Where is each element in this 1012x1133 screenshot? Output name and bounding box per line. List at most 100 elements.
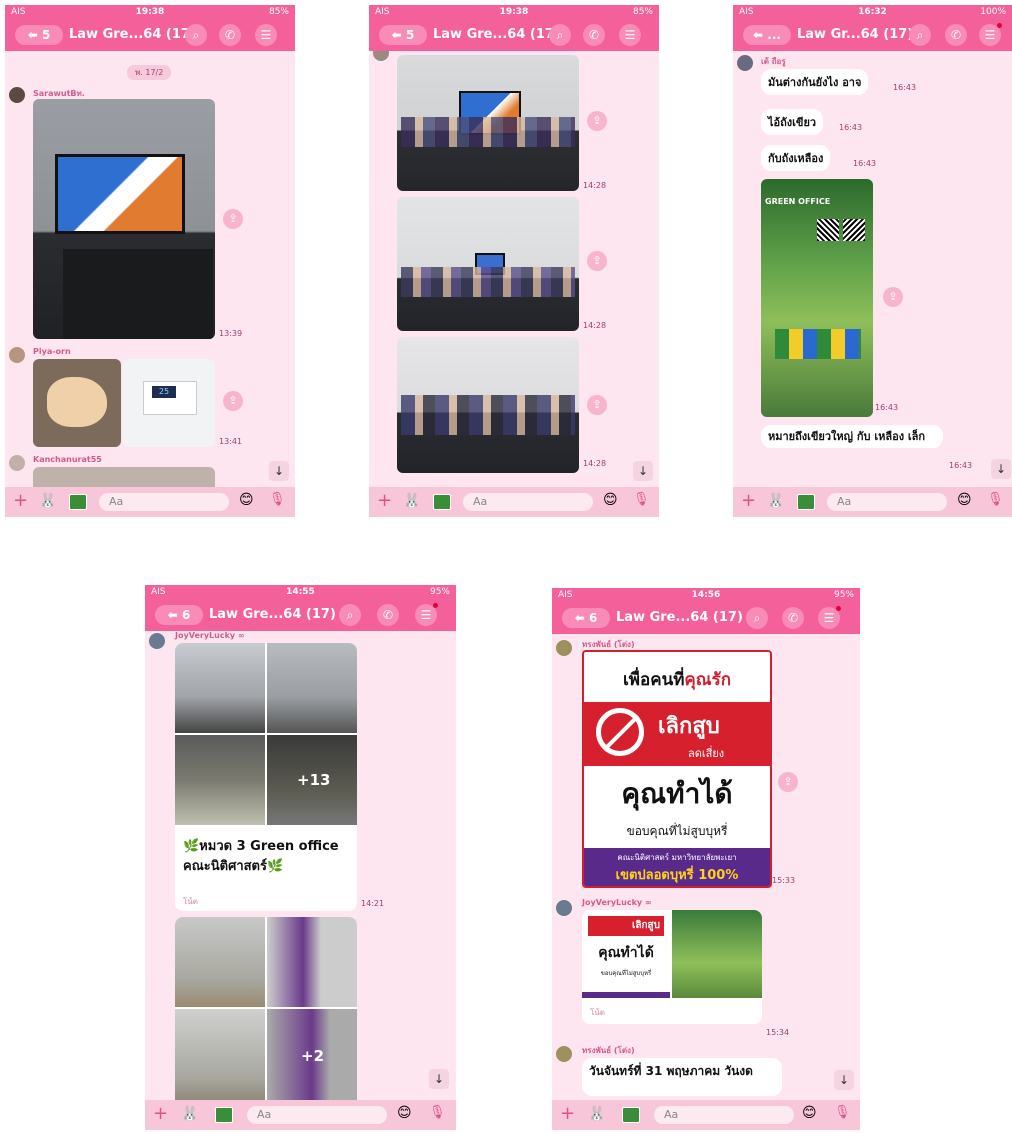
text-message[interactable]: กับถังเหลือง <box>761 145 831 171</box>
photo-message[interactable] <box>33 359 121 447</box>
avatar[interactable] <box>556 1046 572 1062</box>
sticker-icon[interactable]: 🐰 <box>39 493 56 509</box>
gallery-icon[interactable] <box>433 494 451 510</box>
album-caption: 🌿หมวด 3 Green office คณะนิติศาสตร์🌿 <box>183 839 339 874</box>
scroll-down-icon[interactable]: ↓ <box>834 1070 854 1090</box>
gallery-icon[interactable] <box>622 1107 640 1123</box>
back-button[interactable]: ⬅ 6 <box>562 608 610 628</box>
scroll-down-icon[interactable]: ↓ <box>633 461 653 481</box>
photo-message[interactable] <box>397 55 579 191</box>
scroll-down-icon[interactable]: ↓ <box>991 459 1011 479</box>
poster-image[interactable]: เพื่อคนที่คุณรัก เลิกสูบ ลดเสี่ยง คุณทำไ… <box>582 650 772 888</box>
search-icon[interactable]: ⌕ <box>746 607 768 629</box>
emoji-icon[interactable]: 😊 <box>239 492 254 508</box>
photo-message[interactable] <box>33 467 215 487</box>
message-input[interactable]: Aa <box>654 1106 794 1124</box>
message-input[interactable]: Aa <box>247 1106 387 1124</box>
share-icon[interactable]: ⇪ <box>587 251 607 271</box>
photo-message[interactable] <box>397 337 579 473</box>
chat-area[interactable]: JoyVeryLucky ∞ +13 🌿หมวด 3 Green office … <box>145 631 456 1100</box>
avatar[interactable] <box>556 640 572 656</box>
status-time: 14:56 <box>691 590 721 600</box>
notification-dot <box>433 603 438 608</box>
menu-icon[interactable]: ☰ <box>619 24 641 46</box>
phone-icon[interactable]: ✆ <box>377 604 399 626</box>
poster-image[interactable]: GREEN OFFICE <box>761 179 873 417</box>
sticker-icon[interactable]: 🐰 <box>181 1106 198 1122</box>
chat-header: ⬅ 5 Law Gre...64 (17) ⌕ ✆ ☰ <box>369 19 659 51</box>
gallery-icon[interactable] <box>69 494 87 510</box>
mic-icon[interactable]: 🎙 <box>633 492 650 507</box>
mic-icon[interactable]: 🎙 <box>987 492 1004 507</box>
message-time: 14:28 <box>583 321 607 330</box>
sticker-icon[interactable]: 🐰 <box>403 493 420 509</box>
scroll-down-icon[interactable]: ↓ <box>269 461 289 481</box>
message-time: 16:43 <box>839 123 863 132</box>
sticker-icon[interactable]: 🐰 <box>767 493 784 509</box>
avatar[interactable] <box>9 87 25 103</box>
poster-quit-sub: ลดเสี่ยง <box>688 747 725 760</box>
search-icon[interactable]: ⌕ <box>909 24 931 46</box>
phone-icon[interactable]: ✆ <box>782 607 804 629</box>
plus-icon[interactable]: + <box>560 1103 575 1124</box>
search-icon[interactable]: ⌕ <box>185 24 207 46</box>
search-icon[interactable]: ⌕ <box>549 24 571 46</box>
text-message[interactable]: มันต่างกันยังไง อาจ <box>761 69 869 95</box>
text-message[interactable]: วันจันทร์ที่ 31 พฤษภาคม วันงด <box>582 1058 782 1096</box>
share-icon[interactable]: ⇪ <box>587 395 607 415</box>
message-input[interactable]: Aa <box>827 493 947 511</box>
share-icon[interactable]: ⇪ <box>883 287 903 307</box>
photo-message[interactable] <box>33 99 215 339</box>
phone-icon[interactable]: ✆ <box>219 24 241 46</box>
photo-message[interactable] <box>397 197 579 331</box>
share-icon[interactable]: ⇪ <box>223 209 243 229</box>
emoji-icon[interactable]: 😊 <box>802 1105 817 1121</box>
mic-icon[interactable]: 🎙 <box>269 492 286 507</box>
album-card[interactable]: +13 🌿หมวด 3 Green office คณะนิติศาสตร์🌿 … <box>175 643 357 911</box>
emoji-icon[interactable]: 😊 <box>603 492 618 508</box>
plus-icon[interactable]: + <box>741 490 756 511</box>
emoji-icon[interactable]: 😊 <box>397 1105 412 1121</box>
avatar[interactable] <box>149 633 165 649</box>
message-input[interactable]: Aa <box>99 493 229 511</box>
avatar[interactable] <box>556 900 572 916</box>
poster-line1: เพื่อคนที่คุณรัก <box>584 666 770 693</box>
message-input[interactable]: Aa <box>463 493 593 511</box>
menu-icon[interactable]: ☰ <box>255 24 277 46</box>
avatar[interactable] <box>737 55 753 71</box>
chat-area[interactable]: พ. 17/2 SarawutBท. ⇪ 13:39 Piya-orn 25 ⇪… <box>5 51 295 487</box>
plus-icon[interactable]: + <box>377 490 392 511</box>
chat-area[interactable]: ⇪ 14:28 ⇪ 14:28 ⇪ 14:28 ↓ <box>369 51 659 487</box>
mic-icon[interactable]: 🎙 <box>429 1105 446 1120</box>
album-card[interactable]: เลิกสูบ คุณทำได้ ขอบคุณที่ไม่สูบบุหรี่ โ… <box>582 910 762 1024</box>
mic-icon[interactable]: 🎙 <box>834 1105 851 1120</box>
scroll-down-icon[interactable]: ↓ <box>429 1069 449 1089</box>
avatar[interactable] <box>9 347 25 363</box>
avatar[interactable] <box>373 51 389 61</box>
plus-icon[interactable]: + <box>13 490 28 511</box>
avatar[interactable] <box>9 455 25 471</box>
share-icon[interactable]: ⇪ <box>587 111 607 131</box>
phone-icon[interactable]: ✆ <box>945 24 967 46</box>
album-card[interactable]: +2 <box>175 917 357 1100</box>
chat-area[interactable]: เต้ ถือรู มันต่างกันยังไง อาจ 16:43 ไอ้ถ… <box>733 51 1012 487</box>
photo-message[interactable]: 25 <box>123 359 215 447</box>
ac-panel: 25 <box>143 381 197 415</box>
back-button[interactable]: ⬅ ... <box>743 25 791 45</box>
sticker-icon[interactable]: 🐰 <box>588 1106 605 1122</box>
emoji-icon[interactable]: 😊 <box>957 492 972 508</box>
text-message[interactable]: ไอ้ถังเขียว <box>761 109 824 135</box>
phone-icon[interactable]: ✆ <box>583 24 605 46</box>
status-time: 19:38 <box>135 7 165 17</box>
text-message[interactable]: หมายถึงเขียวใหญ่ กับ เหลือง เล็ก <box>761 425 943 448</box>
search-icon[interactable]: ⌕ <box>339 604 361 626</box>
back-button[interactable]: ⬅ 5 <box>15 25 63 45</box>
plus-icon[interactable]: + <box>153 1103 168 1124</box>
chat-area[interactable]: ทรงพันธ์ (โต่ง) เพื่อคนที่คุณรัก เลิกสูบ… <box>552 634 860 1100</box>
share-icon[interactable]: ⇪ <box>223 391 243 411</box>
gallery-icon[interactable] <box>797 494 815 510</box>
share-icon[interactable]: ⇪ <box>778 772 798 792</box>
back-button[interactable]: ⬅ 6 <box>155 605 203 625</box>
back-button[interactable]: ⬅ 5 <box>379 25 427 45</box>
gallery-icon[interactable] <box>215 1107 233 1123</box>
